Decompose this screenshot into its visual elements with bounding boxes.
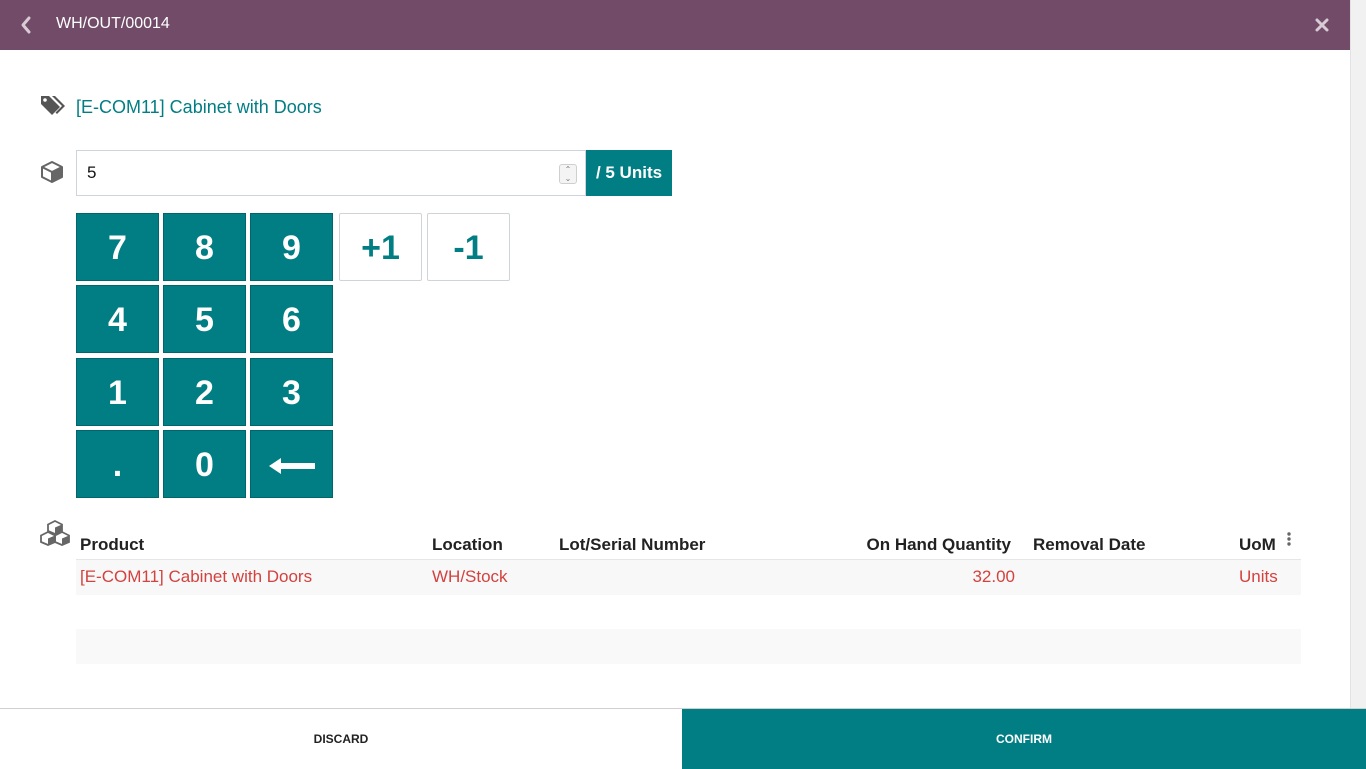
cube-icon	[41, 161, 63, 183]
key-4[interactable]: 4	[76, 285, 159, 353]
footer-actions: DISCARD CONFIRM	[0, 708, 1366, 769]
column-header-on-hand[interactable]: On Hand Quantity	[785, 523, 1015, 560]
chevron-left-icon[interactable]	[18, 14, 34, 36]
column-header-location[interactable]: Location	[428, 523, 555, 560]
table-header-row: Product Location Lot/Serial Number On Ha…	[76, 523, 1301, 560]
key-5[interactable]: 5	[163, 285, 246, 353]
cell-location[interactable]: WH/Stock	[428, 559, 555, 595]
cell-lot[interactable]	[555, 559, 785, 595]
quantity-field[interactable]: ⌃ ⌄	[76, 150, 586, 196]
key-8[interactable]: 8	[163, 213, 246, 281]
close-icon[interactable]	[1314, 16, 1330, 34]
confirm-button[interactable]: CONFIRM	[682, 709, 1366, 769]
key-3[interactable]: 3	[250, 358, 333, 426]
tags-icon	[41, 96, 65, 115]
discard-button[interactable]: DISCARD	[0, 709, 682, 769]
cell-product[interactable]: [E-COM11] Cabinet with Doors	[76, 559, 428, 595]
cell-on-hand[interactable]: 32.00	[785, 559, 1015, 595]
column-header-removal-date[interactable]: Removal Date	[1015, 523, 1205, 560]
key-decimal[interactable]: .	[76, 430, 159, 498]
key-9[interactable]: 9	[250, 213, 333, 281]
key-1[interactable]: 1	[76, 358, 159, 426]
table-row[interactable]: [E-COM11] Cabinet with Doors WH/Stock 32…	[76, 559, 1301, 595]
page-title: WH/OUT/00014	[56, 15, 170, 32]
top-bar: WH/OUT/00014	[0, 0, 1350, 50]
key-0[interactable]: 0	[163, 430, 246, 498]
minus-one-button[interactable]: -1	[427, 213, 510, 281]
quantity-input[interactable]	[77, 151, 547, 195]
unit-label-button[interactable]: / 5 Units	[586, 150, 672, 196]
column-options-icon[interactable]	[1285, 531, 1293, 547]
cubes-icon	[40, 520, 70, 546]
quantity-spinner[interactable]: ⌃ ⌄	[559, 164, 577, 184]
backspace-button[interactable]	[250, 430, 333, 498]
key-2[interactable]: 2	[163, 358, 246, 426]
spin-down-icon[interactable]: ⌄	[560, 174, 576, 183]
product-name[interactable]: [E-COM11] Cabinet with Doors	[76, 97, 322, 118]
move-lines-table: Product Location Lot/Serial Number On Ha…	[76, 523, 1301, 595]
scrollbar[interactable]	[1350, 0, 1366, 708]
empty-table-row	[76, 629, 1301, 664]
cell-uom[interactable]: Units	[1205, 559, 1301, 595]
plus-one-button[interactable]: +1	[339, 213, 422, 281]
spin-up-icon[interactable]: ⌃	[560, 165, 576, 174]
key-7[interactable]: 7	[76, 213, 159, 281]
column-header-product[interactable]: Product	[76, 523, 428, 560]
cell-removal-date[interactable]	[1015, 559, 1205, 595]
column-header-lot[interactable]: Lot/Serial Number	[555, 523, 785, 560]
key-6[interactable]: 6	[250, 285, 333, 353]
arrow-left-icon	[268, 458, 315, 474]
